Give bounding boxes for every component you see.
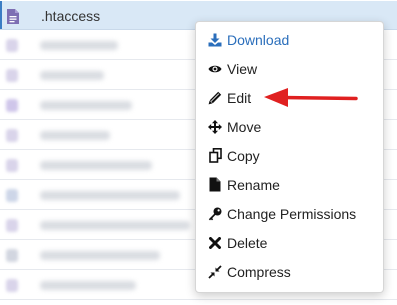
move-arrows-icon <box>208 119 222 134</box>
selection-accent <box>0 1 2 29</box>
file-icon <box>6 219 18 232</box>
menu-item-compress[interactable]: Compress <box>196 257 383 286</box>
file-name-blurred <box>40 41 118 50</box>
file-icon <box>208 177 222 192</box>
document-icon <box>6 8 20 25</box>
menu-label: Change Permissions <box>227 205 357 222</box>
menu-label: Compress <box>227 263 291 280</box>
annotation-arrow-icon <box>264 88 358 107</box>
menu-item-move[interactable]: Move <box>196 112 383 141</box>
key-icon <box>208 207 222 221</box>
pencil-icon <box>208 91 222 105</box>
file-icon <box>6 39 18 52</box>
file-name-blurred <box>40 71 104 80</box>
file-icon <box>6 189 18 202</box>
menu-label: Download <box>227 31 290 48</box>
file-icon <box>6 279 18 292</box>
menu-item-delete[interactable]: Delete <box>196 228 383 257</box>
menu-label: View <box>227 60 258 77</box>
file-name-blurred <box>40 281 136 290</box>
menu-label: Copy <box>227 147 260 164</box>
file-icon <box>6 99 18 112</box>
file-icon <box>6 159 18 172</box>
file-name-blurred <box>40 191 180 200</box>
menu-item-download[interactable]: Download <box>196 25 383 54</box>
file-name-blurred <box>40 161 152 170</box>
menu-label: Edit <box>227 89 252 106</box>
copy-icon <box>208 148 222 163</box>
file-name-blurred <box>40 131 110 140</box>
menu-item-copy[interactable]: Copy <box>196 141 383 170</box>
eye-icon <box>208 62 222 76</box>
menu-label: Move <box>227 118 262 135</box>
file-icon <box>6 249 18 262</box>
file-name-blurred <box>40 101 132 110</box>
x-icon <box>208 236 222 250</box>
file-name-blurred <box>40 221 190 230</box>
file-name-blurred <box>40 251 160 260</box>
menu-label: Delete <box>227 234 268 251</box>
menu-item-change-permissions[interactable]: Change Permissions <box>196 199 383 228</box>
download-icon <box>208 33 222 47</box>
compress-icon <box>208 264 222 279</box>
file-icon <box>6 129 18 142</box>
menu-label: Rename <box>227 176 280 193</box>
file-icon <box>6 69 18 82</box>
menu-item-view[interactable]: View <box>196 54 383 83</box>
context-menu: Download View Edit Move Copy Rename Chan… <box>195 21 384 293</box>
file-name: .htaccess <box>41 8 101 24</box>
menu-item-rename[interactable]: Rename <box>196 170 383 199</box>
